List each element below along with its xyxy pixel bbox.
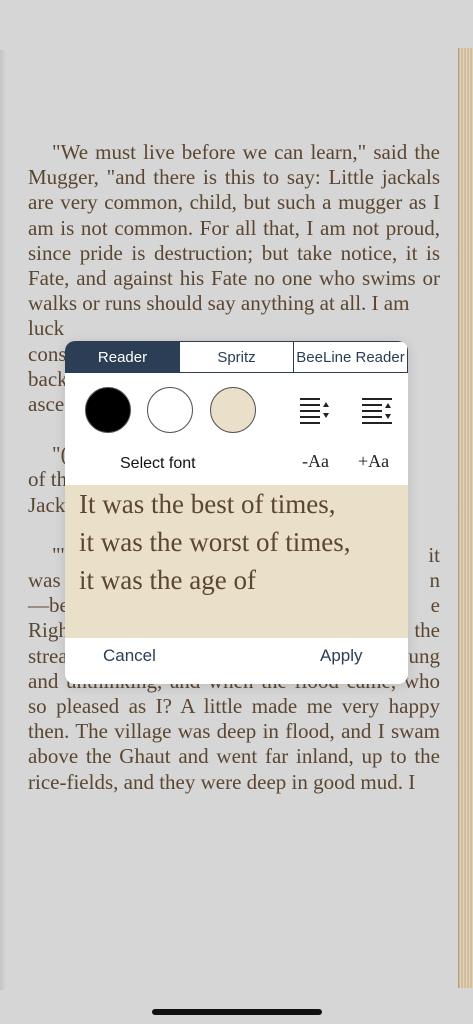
fragment-asce: asce [28,392,65,417]
theme-white-swatch[interactable] [147,387,193,433]
line-spacing-decrease-icon[interactable] [298,396,332,426]
font-size-increase-button[interactable]: +Aa [358,451,389,472]
font-preview: It was the best of times, it was the wor… [65,485,408,638]
select-font-button[interactable]: Select font [120,455,196,473]
fragment-jack: Jack [28,492,66,517]
fragment-luck: luck [28,316,65,341]
line-fragment: luck [28,316,440,341]
preview-line: It was the best of times, [79,489,336,519]
theme-black-swatch[interactable] [85,387,131,433]
theme-sepia-swatch[interactable] [210,387,256,433]
page-stack-edge [458,48,473,988]
fragment-be: —be [28,593,69,618]
fragment-quote2: "' [52,542,65,567]
tab-beeline-reader[interactable]: BeeLine Reader [293,342,407,372]
font-size-decrease-button[interactable]: -Aa [302,451,329,472]
home-indicator[interactable] [152,1009,322,1015]
fragment-cons: cons [28,341,67,366]
fragment-of-th: of th [28,467,68,492]
fragment-right-n: n [429,568,441,593]
paragraph-1: "We must live before we can learn," said… [28,140,440,316]
fragment-right-it: it [428,542,440,567]
paragraph-1-text: "We must live before we can learn," said… [28,140,440,316]
preview-line: it was the age of [79,565,256,595]
apply-button[interactable]: Apply [320,646,363,666]
fragment-right-e: e [430,593,440,618]
page-edge-left [0,50,6,990]
cancel-button[interactable]: Cancel [103,646,156,666]
reader-mode-segmented-control: Reader Spritz BeeLine Reader [65,341,408,373]
fragment-back: back [28,366,68,391]
preview-line: it was the worst of times, [79,527,351,557]
line-spacing-increase-icon[interactable] [360,396,394,426]
fragment-was: was [28,568,61,593]
tab-spritz[interactable]: Spritz [179,342,293,372]
reader-settings-panel: Reader Spritz BeeLine Reader Select font… [65,341,408,684]
tab-reader[interactable]: Reader [66,342,179,372]
